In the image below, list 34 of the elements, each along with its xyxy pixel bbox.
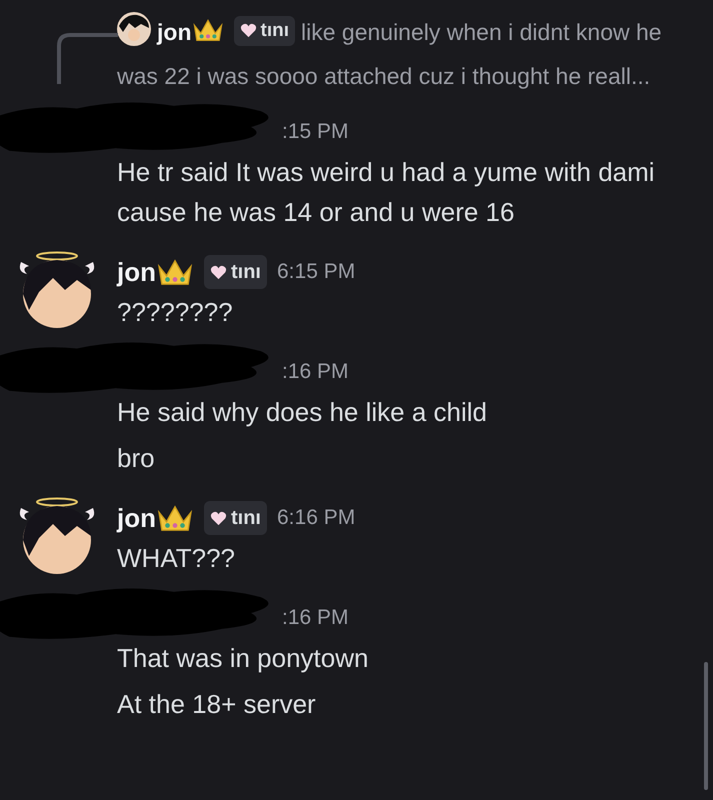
tag-text: tını xyxy=(231,506,261,531)
timestamp: 6:16 PM xyxy=(277,506,356,530)
message-text: He said why does he like a child xyxy=(117,396,488,429)
scrollbar[interactable] xyxy=(704,662,708,790)
username[interactable]: jon xyxy=(117,256,156,288)
timestamp: :16 PM xyxy=(282,360,349,384)
avatar-icon[interactable] xyxy=(17,496,97,576)
crown-icon xyxy=(156,503,194,533)
username[interactable]: jon xyxy=(157,19,192,45)
reply-preview-text[interactable]: was 22 i was soooo attached cuz i thought he reall... xyxy=(117,54,650,98)
clan-tag[interactable]: tını xyxy=(204,501,267,535)
tag-text: tını xyxy=(260,18,289,42)
crown-icon xyxy=(156,257,194,287)
message-text: That was in ponytown xyxy=(117,642,370,675)
username[interactable]: jon xyxy=(117,502,156,534)
clan-tag[interactable]: tını xyxy=(234,16,295,46)
tag-text: tını xyxy=(231,260,261,285)
timestamp: 6:15 PM xyxy=(277,260,356,284)
timestamp: :15 PM xyxy=(282,120,349,144)
reply-preview-text[interactable]: like genuinely when i didnt know he xyxy=(301,19,662,45)
message-text: At the 18+ server xyxy=(117,688,317,721)
heart-icon xyxy=(210,264,227,280)
heart-icon xyxy=(210,510,227,526)
clan-tag[interactable]: tını xyxy=(204,255,267,289)
message-text: He tr said It was weird u had a yume with dami cause he was 14 or and u were 16 xyxy=(117,156,656,229)
avatar-icon[interactable] xyxy=(117,12,151,46)
crown-icon xyxy=(192,17,224,43)
message-text: ???????? xyxy=(117,296,234,329)
heart-icon xyxy=(240,23,256,38)
timestamp: :16 PM xyxy=(282,606,349,630)
message-text: bro xyxy=(117,442,156,475)
message-text: WHAT??? xyxy=(117,542,236,575)
reply-connector-line xyxy=(56,32,118,84)
avatar-icon[interactable] xyxy=(17,250,97,330)
